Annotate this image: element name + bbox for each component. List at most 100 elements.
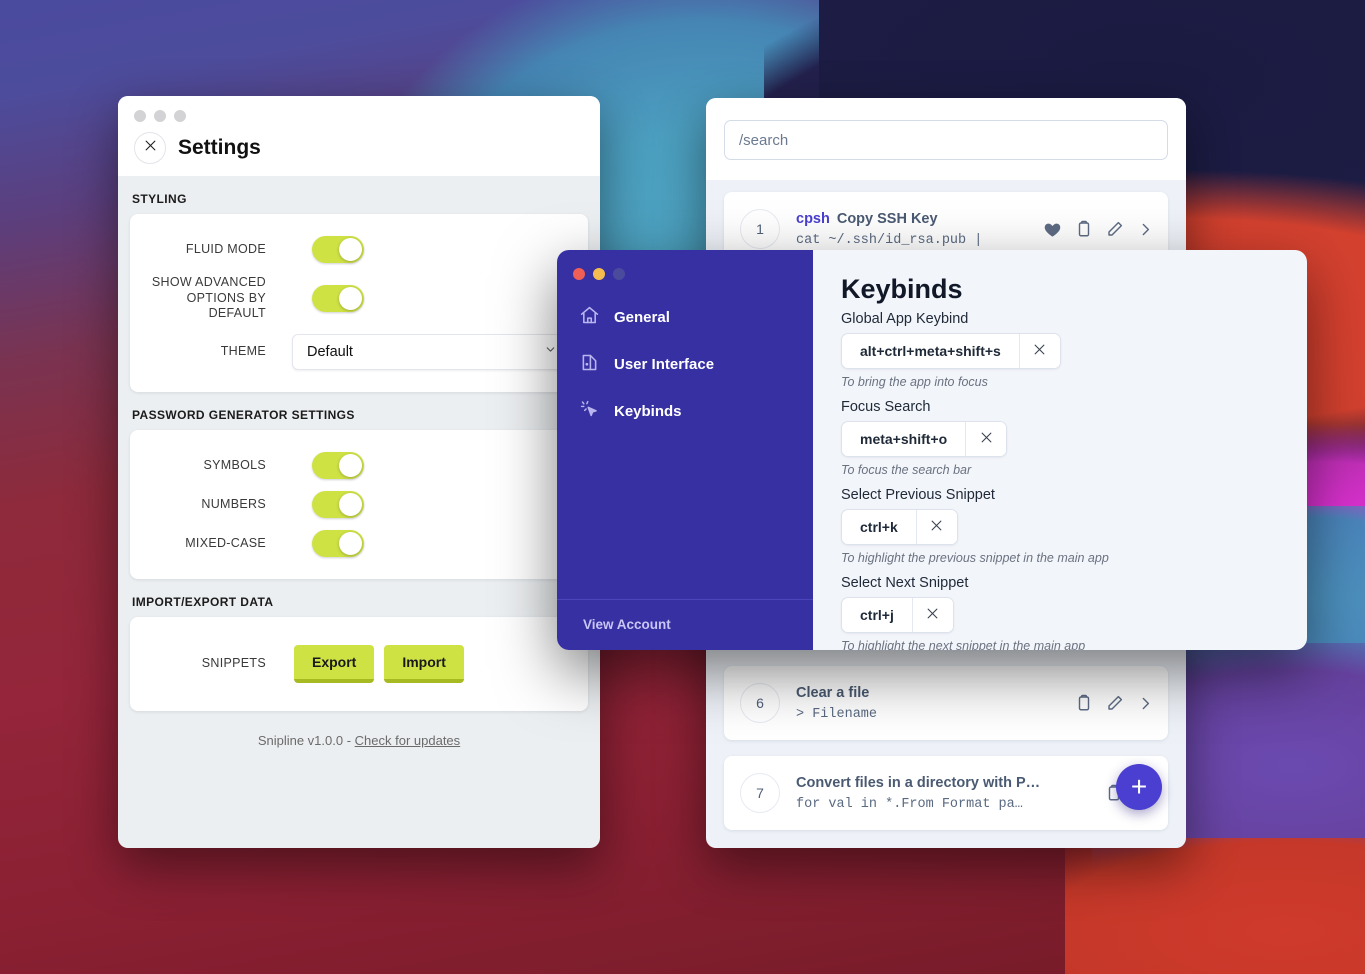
- close-icon: [925, 606, 940, 624]
- clear-keybind-button[interactable]: [966, 422, 1007, 456]
- check-updates-link[interactable]: Check for updates: [355, 733, 461, 748]
- keybind-value[interactable]: meta+shift+o: [842, 422, 967, 456]
- search-input[interactable]: [724, 120, 1168, 160]
- sidebar-item-label: User Interface: [614, 356, 715, 373]
- pencil-icon[interactable]: [1106, 220, 1124, 238]
- keybind-value[interactable]: alt+ctrl+meta+shift+s: [842, 334, 1020, 368]
- search-bar-container: [706, 98, 1186, 180]
- cursor-click-icon: [579, 399, 600, 424]
- keybind-input-select-next[interactable]: ctrl+j: [841, 597, 954, 633]
- close-icon: [1032, 342, 1047, 360]
- section-card-password: SYMBOLS NUMBERS MIXED-CASE: [130, 429, 588, 579]
- setting-control: [266, 284, 568, 312]
- setting-label: SNIPPETS: [201, 656, 266, 671]
- sidebar-footer: View Account: [557, 599, 813, 650]
- setting-row-mixed-case: MIXED-CASE: [130, 524, 588, 563]
- chevron-right-icon[interactable]: [1137, 221, 1154, 238]
- field-label-focus-search: Focus Search: [841, 399, 931, 415]
- heart-icon[interactable]: [1043, 220, 1062, 239]
- section-label-styling: STYLING: [132, 192, 187, 206]
- list-item[interactable]: 7 Convert files in a directory with P… f…: [724, 756, 1168, 830]
- field-label-select-previous: Select Previous Snippet: [841, 487, 995, 503]
- settings-footer: Snipline v1.0.0 - Check for updates: [118, 711, 600, 748]
- theme-select[interactable]: Default: [292, 333, 568, 370]
- keybind-value[interactable]: ctrl+k: [842, 510, 917, 544]
- minimize-dot[interactable]: [593, 268, 605, 280]
- numbers-toggle[interactable]: [312, 490, 364, 518]
- clear-keybind-button[interactable]: [912, 598, 953, 632]
- close-icon: [929, 518, 944, 536]
- setting-row-snippets: SNIPPETS Export Import: [130, 639, 588, 689]
- snippet-title: Convert files in a directory with P…: [796, 774, 1041, 791]
- sidebar-nav: General User Interface Keybinds: [557, 294, 813, 599]
- page-title: Keybinds: [841, 274, 963, 304]
- add-snippet-button[interactable]: +: [1116, 764, 1162, 810]
- snippet-command: cat ~/.ssh/id_rsa.pub |: [796, 232, 983, 248]
- snippet-body: Convert files in a directory with P… for…: [796, 775, 1105, 812]
- setting-label: THEME: [220, 344, 266, 359]
- setting-label: FLUID MODE: [185, 241, 266, 256]
- window-controls: [557, 262, 813, 294]
- fluid-mode-toggle[interactable]: [312, 236, 364, 263]
- sidebar-item-general[interactable]: General: [579, 294, 813, 341]
- settings-window: Settings STYLING FLUID MODE SHOW ADVANCE…: [118, 96, 600, 848]
- close-dot[interactable]: [573, 268, 585, 280]
- maximize-dot[interactable]: [613, 268, 625, 280]
- keybinds-sidebar: General User Interface Keybinds View Acc…: [557, 250, 813, 650]
- snippet-index: 1: [740, 209, 780, 249]
- field-hint: To highlight the next snippet in the mai…: [841, 639, 1086, 650]
- setting-control: [266, 529, 568, 557]
- symbols-toggle[interactable]: [312, 451, 364, 479]
- close-button[interactable]: [134, 132, 166, 164]
- page-title: Settings: [178, 136, 261, 159]
- toggle-knob: [339, 492, 362, 516]
- keybinds-window: General User Interface Keybinds View Acc…: [557, 250, 1307, 650]
- setting-label: SHOW ADVANCED OPTIONS BY DEFAULT: [151, 275, 266, 321]
- close-icon: [979, 430, 994, 448]
- import-button[interactable]: Import: [384, 644, 464, 683]
- snippet-actions: [1043, 220, 1154, 239]
- version-text: Snipline v1.0.0 -: [257, 732, 355, 748]
- snippet-alias: cpsh: [796, 210, 830, 227]
- show-advanced-toggle[interactable]: [312, 284, 364, 312]
- mixed-case-toggle[interactable]: [312, 529, 364, 557]
- setting-row-show-advanced: SHOW ADVANCED OPTIONS BY DEFAULT: [130, 269, 588, 328]
- snippet-title: Copy SSH Key: [836, 210, 938, 227]
- keybind-input-select-previous[interactable]: ctrl+k: [841, 509, 958, 545]
- setting-control: Export Import: [266, 644, 568, 683]
- clipboard-icon[interactable]: [1075, 694, 1093, 712]
- close-dot[interactable]: [134, 110, 146, 122]
- field-hint: To focus the search bar: [841, 463, 972, 477]
- chevron-right-icon[interactable]: [1137, 695, 1154, 712]
- sidebar-item-keybinds[interactable]: Keybinds: [579, 388, 813, 435]
- setting-label: SYMBOLS: [203, 457, 266, 472]
- keybind-input-global[interactable]: alt+ctrl+meta+shift+s: [841, 333, 1061, 369]
- maximize-dot[interactable]: [174, 110, 186, 122]
- list-item[interactable]: 6 Clear a file > Filename: [724, 666, 1168, 740]
- keybind-value[interactable]: ctrl+j: [842, 598, 913, 632]
- view-account-link[interactable]: View Account: [583, 617, 671, 632]
- setting-control: [266, 490, 568, 518]
- settings-header: Settings: [118, 96, 600, 176]
- snippet-index: 6: [740, 683, 780, 723]
- setting-label: MIXED-CASE: [185, 535, 266, 550]
- minimize-dot[interactable]: [154, 110, 166, 122]
- clear-keybind-button[interactable]: [1019, 334, 1060, 368]
- section-card-styling: FLUID MODE SHOW ADVANCED OPTIONS BY DEFA…: [130, 214, 588, 392]
- field-label-global-app-keybind: Global App Keybind: [841, 311, 969, 327]
- clear-keybind-button[interactable]: [916, 510, 957, 544]
- setting-row-numbers: NUMBERS: [130, 485, 588, 524]
- sidebar-item-label: Keybinds: [614, 403, 682, 420]
- section-label-password: PASSWORD GENERATOR SETTINGS: [132, 407, 355, 422]
- toggle-knob: [339, 453, 362, 477]
- field-hint: To highlight the previous snippet in the…: [841, 551, 1109, 565]
- keybind-input-focus-search[interactable]: meta+shift+o: [841, 421, 1008, 457]
- export-button[interactable]: Export: [294, 644, 375, 683]
- snippet-index: 7: [740, 773, 780, 813]
- window-controls: [134, 110, 584, 122]
- snippet-body: cpsh Copy SSH Key cat ~/.ssh/id_rsa.pub |: [796, 211, 1043, 248]
- pencil-icon[interactable]: [1106, 694, 1124, 712]
- sidebar-item-user-interface[interactable]: User Interface: [579, 341, 813, 388]
- toggle-knob: [339, 238, 362, 261]
- clipboard-icon[interactable]: [1075, 220, 1093, 238]
